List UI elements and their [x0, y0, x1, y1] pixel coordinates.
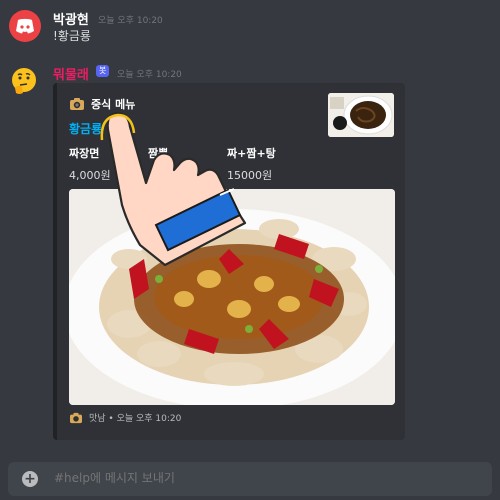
embed-field: 짜+짬+탕 15000원	[227, 145, 276, 183]
field-value: 15000원	[227, 169, 273, 182]
add-attachment-button[interactable]: +	[22, 471, 38, 487]
discord-logo-icon[interactable]	[9, 10, 41, 42]
embed-title[interactable]: 황금룡	[69, 120, 102, 137]
message-input[interactable]	[54, 471, 474, 485]
message-author[interactable]: 박광현	[53, 9, 89, 28]
message-timestamp: 오늘 오후 10:20	[98, 16, 163, 26]
camera-icon	[70, 412, 82, 423]
field-value: 5,000원	[148, 169, 190, 182]
message-input-bar: +	[8, 462, 492, 496]
embed-footer-text: 맛남 • 오늘 오후 10:20	[89, 414, 182, 424]
embed-field: 짜장면 4,000원	[69, 145, 111, 183]
message-author[interactable]: 뭐물래	[53, 64, 89, 83]
embed-image[interactable]	[69, 189, 395, 405]
field-name: 짜+짬+탕	[227, 147, 276, 160]
embed-card: 중식 메뉴 황금룡 짜장면 4,000원 짬뽕 5,000원 짜+짬+탕 150…	[53, 83, 405, 440]
embed-field: 짬뽕 5,000원	[148, 145, 190, 183]
field-name: 짬뽕	[148, 147, 169, 160]
embed-thumbnail[interactable]	[328, 93, 394, 137]
message-timestamp: 오늘 오후 10:20	[117, 70, 182, 80]
embed-author-name: 중식 메뉴	[91, 98, 136, 111]
field-value: 4,000원	[69, 169, 111, 182]
camera-icon	[70, 98, 84, 110]
embed-footer: 맛남 • 오늘 오후 10:20	[69, 411, 181, 424]
thinking-face-icon[interactable]	[9, 66, 41, 98]
message-content: !황금룡	[53, 29, 91, 43]
field-name: 짜장면	[69, 147, 100, 160]
bot-tag: 봇	[96, 65, 110, 77]
embed-author: 중식 메뉴	[69, 96, 135, 112]
